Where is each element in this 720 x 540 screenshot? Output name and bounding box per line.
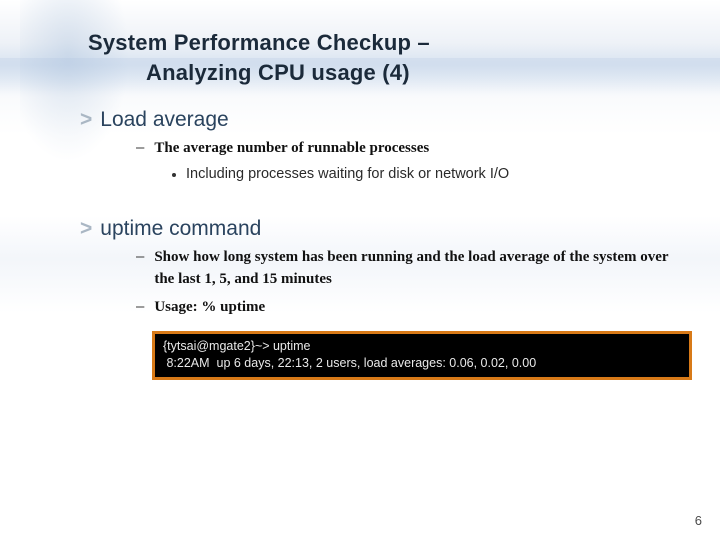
code-line1: {tytsai@mgate2}~> uptime (163, 339, 311, 353)
section-uptime: > uptime command – Show how long system … (80, 216, 674, 380)
arrow-icon: > (80, 218, 92, 239)
sub-item: – Show how long system has been running … (136, 247, 674, 291)
dash-icon: – (136, 138, 144, 158)
bullet-icon (172, 173, 176, 177)
slide: System Performance Checkup – Analyzing C… (0, 0, 720, 540)
dash-icon: – (136, 247, 144, 267)
section-row: > uptime command (80, 216, 674, 241)
title-line1: System Performance Checkup – (88, 30, 430, 55)
spacer (46, 188, 674, 210)
code-line2: 8:22AM up 6 days, 22:13, 2 users, load a… (163, 356, 536, 370)
sub2-text: Including processes waiting for disk or … (186, 164, 509, 184)
sub-item: – Usage: % uptime (136, 297, 674, 319)
section-heading: Load average (100, 108, 228, 132)
page-number: 6 (695, 513, 702, 528)
section-heading: uptime command (100, 217, 261, 241)
terminal-output: {tytsai@mgate2}~> uptime 8:22AM up 6 day… (152, 331, 692, 381)
section-row: > Load average (80, 107, 674, 132)
sub-text: Usage: % uptime (154, 297, 265, 319)
sub-text: The average number of runnable processes (154, 138, 429, 160)
sub-item: – The average number of runnable process… (136, 138, 674, 160)
section-load-average: > Load average – The average number of r… (80, 107, 674, 184)
sub2-item: Including processes waiting for disk or … (172, 164, 674, 184)
arrow-icon: > (80, 109, 92, 130)
title-line2: Analyzing CPU usage (4) (146, 58, 674, 88)
dash-icon: – (136, 297, 144, 317)
sub-text: Show how long system has been running an… (154, 247, 674, 291)
slide-title: System Performance Checkup – Analyzing C… (88, 28, 674, 87)
